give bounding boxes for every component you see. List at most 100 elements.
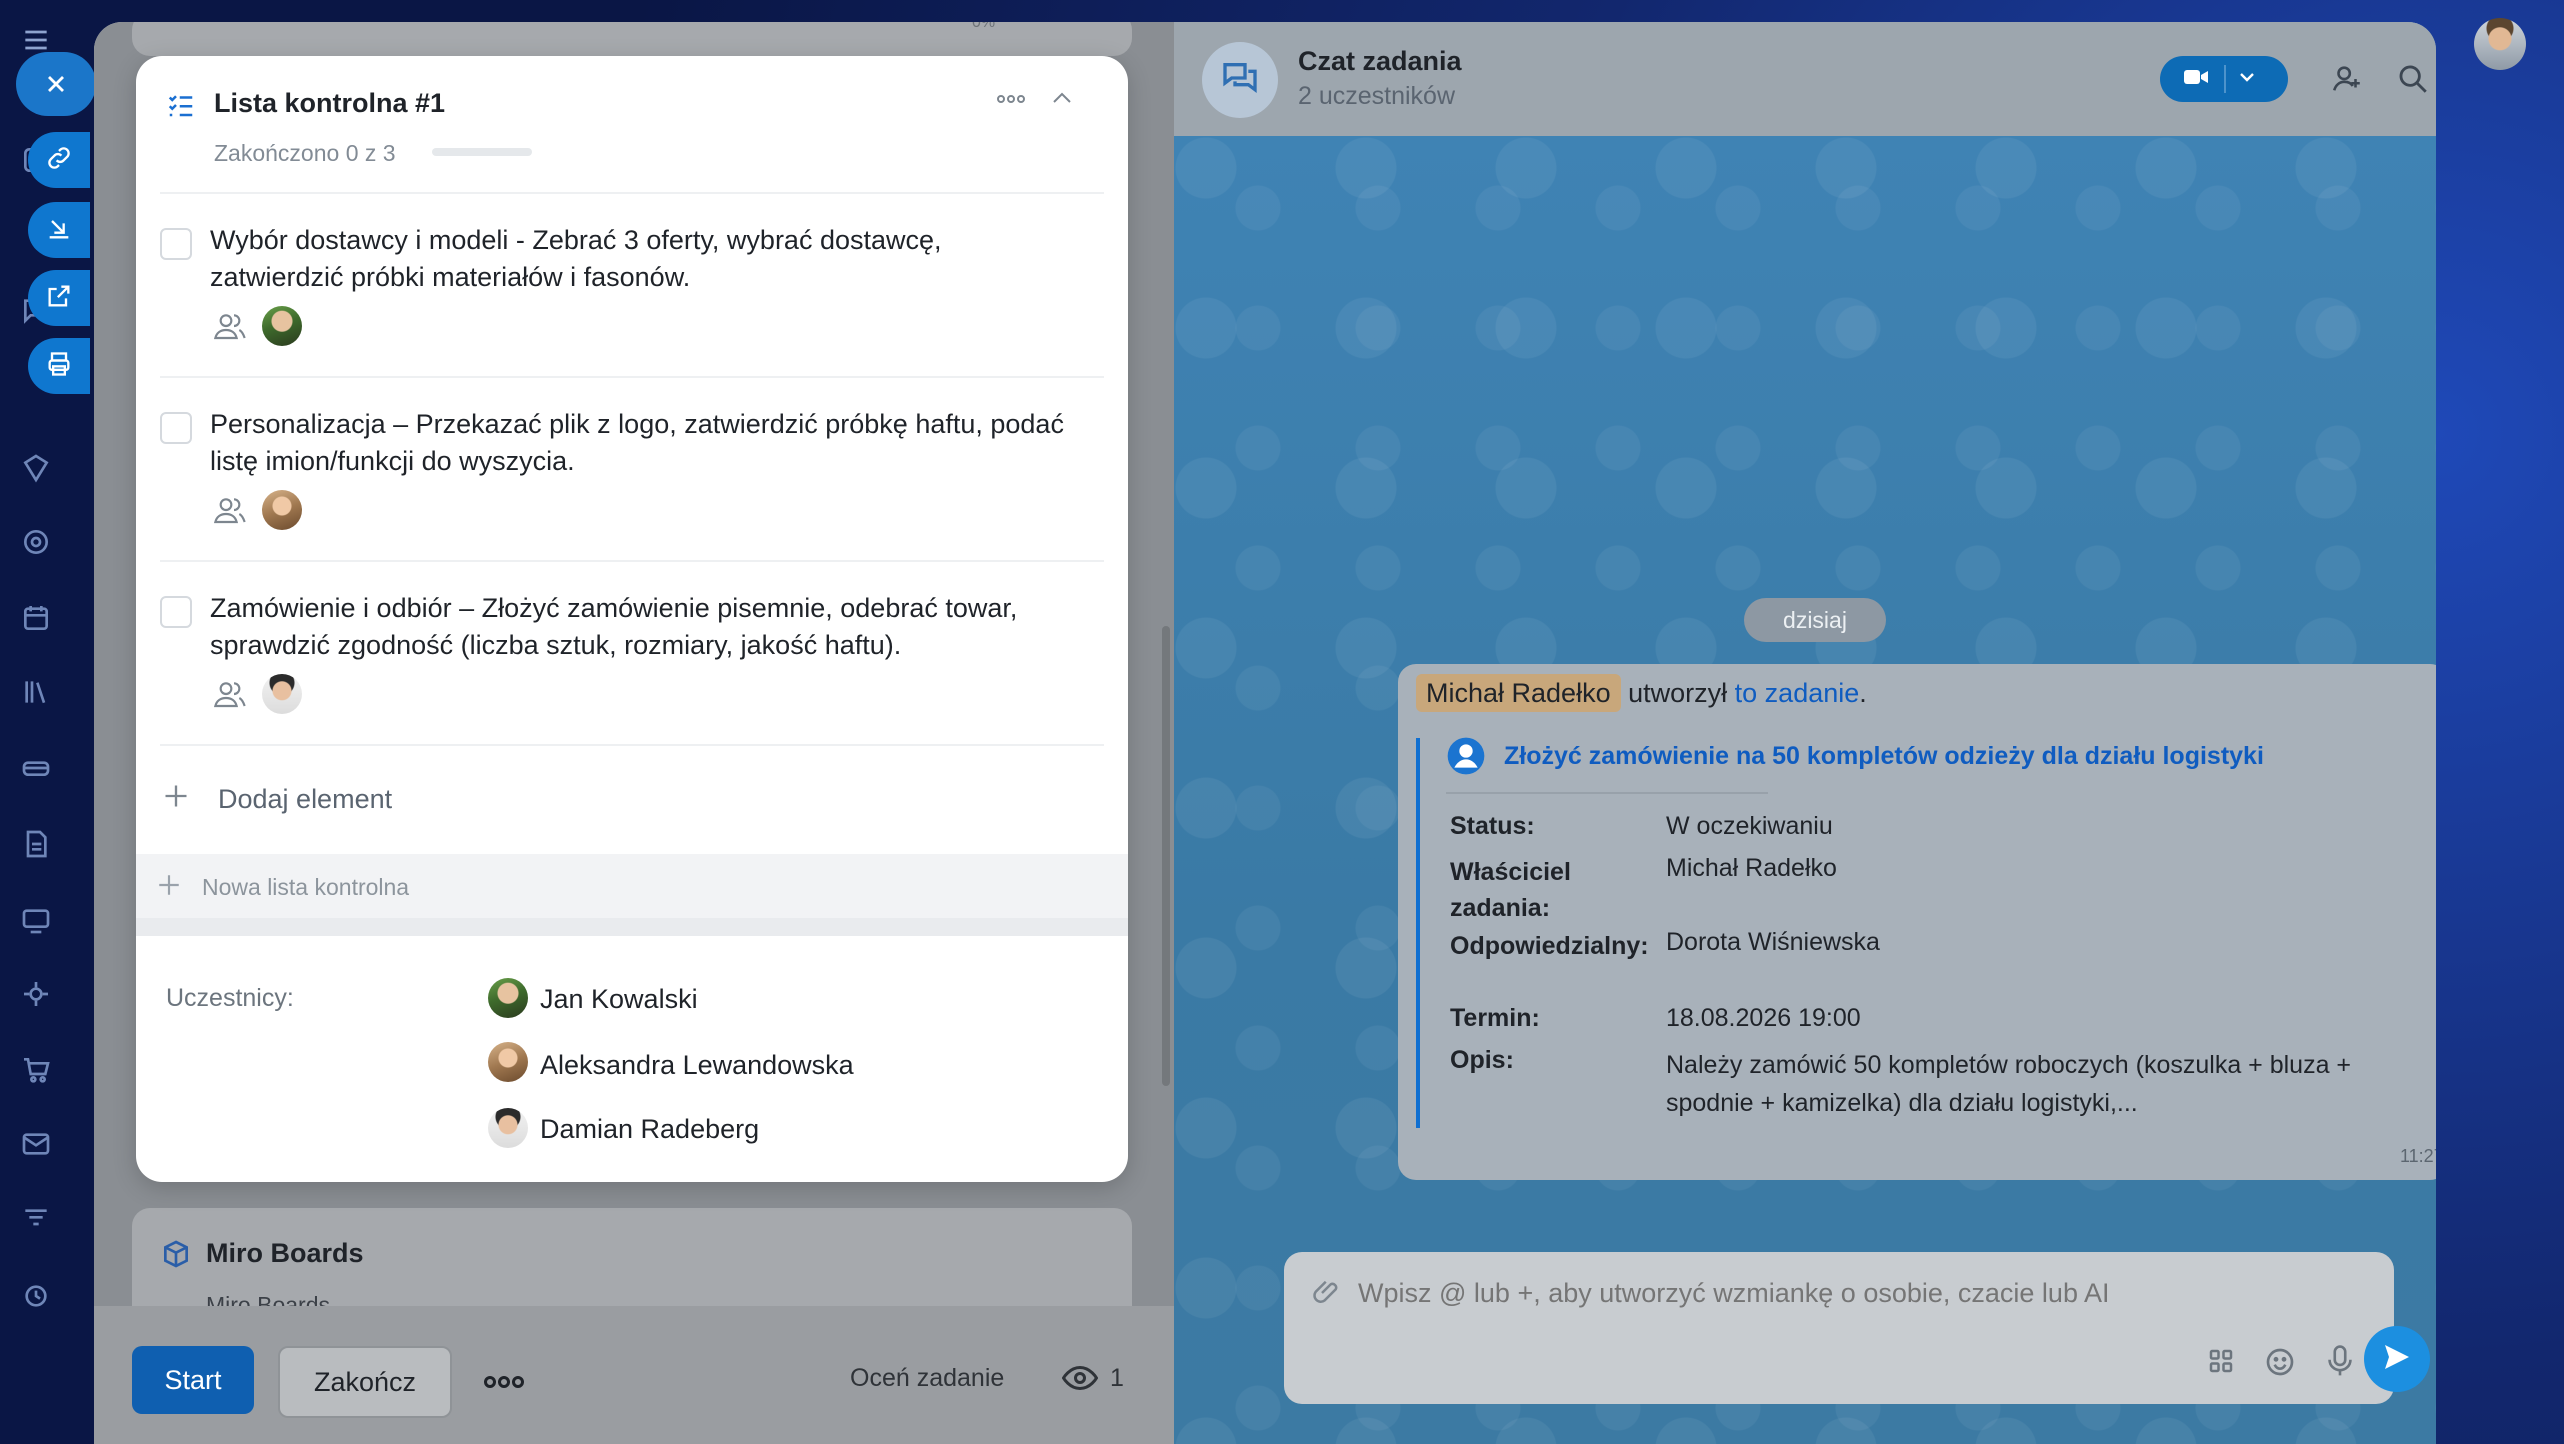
status-key: Status: bbox=[1450, 812, 1535, 840]
chevron-up-icon[interactable] bbox=[1050, 90, 1074, 111]
description-value: Należy zamówić 50 kompletów roboczych (k… bbox=[1666, 1051, 2352, 1117]
item-3-text[interactable]: Zamówienie i odbiór – Złożyć zamówienie … bbox=[210, 590, 1070, 664]
more-horizontal-icon[interactable] bbox=[996, 92, 1026, 110]
document-icon[interactable] bbox=[16, 824, 56, 864]
open-new-window-button[interactable] bbox=[28, 270, 90, 326]
emoji-icon[interactable] bbox=[2264, 1346, 2296, 1383]
eye-icon bbox=[1061, 1364, 1099, 1397]
participant-avatar-1[interactable] bbox=[488, 978, 528, 1018]
mail-icon[interactable] bbox=[16, 1124, 56, 1164]
close-slider-button[interactable] bbox=[16, 52, 96, 116]
search-icon[interactable] bbox=[2396, 62, 2430, 101]
participant-name-3[interactable]: Damian Radeberg bbox=[540, 1114, 759, 1145]
new-checklist-row[interactable]: Nowa lista kontrolna bbox=[136, 854, 1128, 918]
filter-icon[interactable] bbox=[16, 1200, 56, 1240]
participants-icon[interactable] bbox=[213, 680, 246, 713]
deadline-value: 18.08.2026 19:00 bbox=[1666, 1004, 1861, 1032]
system-message: Michał Radełko utworzył to zadanie. Złoż… bbox=[1398, 664, 2436, 1180]
user-avatar[interactable] bbox=[2474, 18, 2526, 70]
collapsed-card: 0% bbox=[132, 22, 1132, 56]
chat-avatar bbox=[1202, 42, 1278, 118]
separator bbox=[160, 560, 1104, 562]
divider bbox=[1446, 792, 1768, 794]
description-key: Opis: bbox=[1450, 1046, 1514, 1074]
send-icon bbox=[2381, 1341, 2413, 1378]
sites-icon[interactable] bbox=[16, 448, 56, 488]
participants-icon[interactable] bbox=[213, 312, 246, 345]
copy-link-button[interactable] bbox=[28, 132, 90, 188]
item-3-avatar[interactable] bbox=[262, 674, 302, 714]
owner-key: Właściciel zadania: bbox=[1450, 858, 1571, 922]
add-user-icon[interactable] bbox=[2330, 62, 2364, 101]
terminal-icon[interactable] bbox=[16, 900, 56, 940]
participants-label: Uczestnicy: bbox=[166, 984, 294, 1012]
participant-avatar-2[interactable] bbox=[488, 1042, 528, 1082]
date-label: dzisiaj bbox=[1783, 606, 1847, 633]
status-value: W oczekiwaniu bbox=[1666, 812, 1833, 840]
checklist-title[interactable]: Lista kontrolna #1 bbox=[214, 88, 445, 119]
paperclip-icon[interactable] bbox=[1312, 1278, 1342, 1313]
message-period: . bbox=[1859, 678, 1867, 708]
shield-icon[interactable] bbox=[16, 522, 56, 562]
crm-icon[interactable] bbox=[16, 748, 56, 788]
chevron-down-icon[interactable] bbox=[2238, 70, 2256, 88]
item-1-avatar[interactable] bbox=[262, 306, 302, 346]
external-link-icon bbox=[45, 282, 73, 315]
chat-pane: Czat zadania 2 uczestników dzisiaj Micha… bbox=[1174, 22, 2436, 1444]
chat-subtitle[interactable]: 2 uczestników bbox=[1298, 82, 1455, 111]
item-3-checkbox[interactable] bbox=[160, 596, 192, 628]
task-window: 0% Miro Boards Miro Boards Start Zakończ… bbox=[94, 22, 2436, 1444]
owner-value: Michał Radełko bbox=[1666, 854, 1837, 882]
start-button[interactable]: Start bbox=[132, 1346, 254, 1414]
cube-icon bbox=[160, 1238, 192, 1275]
scrollbar[interactable] bbox=[1162, 626, 1170, 1086]
apps-grid-icon[interactable] bbox=[2206, 1346, 2236, 1381]
responsible-key: Odpowiedzialny: bbox=[1450, 932, 1649, 960]
task-title-link[interactable]: Złożyć zamówienie na 50 kompletów odzież… bbox=[1504, 742, 2264, 771]
message-input[interactable] bbox=[1356, 1270, 2340, 1316]
participant-avatar-3[interactable] bbox=[488, 1108, 528, 1148]
video-call-button[interactable] bbox=[2160, 56, 2288, 102]
link-icon bbox=[45, 144, 73, 177]
item-1-text[interactable]: Wybór dostawcy i modeli - Zebrać 3 ofert… bbox=[210, 222, 1070, 296]
item-2-text[interactable]: Personalizacja – Przekazać plik z logo, … bbox=[210, 406, 1070, 480]
download-button[interactable] bbox=[28, 202, 90, 258]
more-actions-button[interactable] bbox=[474, 1346, 534, 1414]
plus-icon bbox=[156, 872, 182, 903]
message-time: 11:27 bbox=[2400, 1146, 2436, 1166]
item-1-checkbox[interactable] bbox=[160, 228, 192, 260]
views-count: 1 bbox=[1110, 1364, 1124, 1392]
video-camera-icon bbox=[2182, 67, 2210, 92]
library-icon[interactable] bbox=[16, 672, 56, 712]
responsible-value: Dorota Wiśniewska bbox=[1666, 928, 1880, 956]
new-checklist-label[interactable]: Nowa lista kontrolna bbox=[202, 874, 409, 901]
send-button[interactable] bbox=[2364, 1326, 2430, 1392]
microphone-icon[interactable] bbox=[2324, 1344, 2356, 1383]
chat-bubbles-icon bbox=[1220, 58, 1260, 103]
quote-bar bbox=[1416, 738, 1420, 1128]
progress-percent: 0% bbox=[972, 22, 996, 31]
item-2-avatar[interactable] bbox=[262, 490, 302, 530]
checklist-progress-text: Zakończono 0 z 3 bbox=[214, 140, 396, 166]
user-circle-icon bbox=[1446, 736, 1486, 781]
section-gap bbox=[136, 918, 1128, 936]
author-tag[interactable]: Michał Radełko bbox=[1416, 674, 1621, 712]
separator bbox=[160, 192, 1104, 194]
participant-name-1[interactable]: Jan Kowalski bbox=[540, 984, 698, 1015]
cart-icon[interactable] bbox=[16, 1050, 56, 1090]
participants-icon[interactable] bbox=[213, 496, 246, 529]
print-icon bbox=[45, 350, 73, 383]
separator bbox=[160, 744, 1104, 746]
checklist-card: Lista kontrolna #1 Zakończono 0 z 3 Wybó… bbox=[136, 56, 1128, 1182]
settings-icon[interactable] bbox=[16, 1276, 56, 1316]
finish-button[interactable]: Zakończ bbox=[278, 1346, 452, 1418]
item-2-checkbox[interactable] bbox=[160, 412, 192, 444]
participant-name-2[interactable]: Aleksandra Lewandowska bbox=[540, 1050, 854, 1081]
automation-icon[interactable] bbox=[16, 974, 56, 1014]
calendar-icon[interactable] bbox=[16, 598, 56, 638]
task-link[interactable]: to zadanie bbox=[1735, 678, 1860, 708]
rate-task-link[interactable]: Oceń zadanie bbox=[850, 1364, 1004, 1393]
more-horizontal-icon bbox=[483, 1365, 525, 1396]
print-button[interactable] bbox=[28, 338, 90, 394]
add-item-button[interactable]: Dodaj element bbox=[218, 784, 392, 815]
